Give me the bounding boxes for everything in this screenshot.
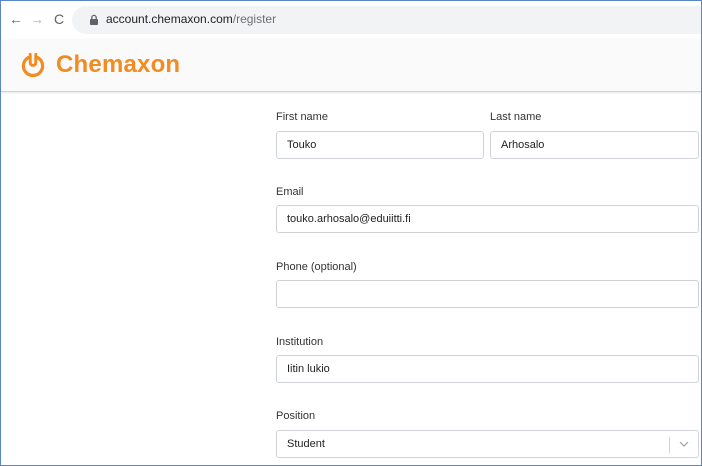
address-bar[interactable]: account.chemaxon.com/register: [72, 6, 701, 34]
browser-window: ← → C account.chemaxon.com/register Chem…: [0, 0, 702, 466]
forward-button[interactable]: →: [28, 10, 46, 28]
lock-icon: [90, 14, 98, 25]
last-name-label: Last name: [490, 111, 542, 123]
back-button[interactable]: ←: [7, 10, 25, 28]
arrow-left-icon: ←: [9, 11, 23, 27]
position-label: Position: [276, 410, 316, 422]
browser-toolbar: ← → C account.chemaxon.com/register: [1, 1, 701, 39]
email-input[interactable]: [276, 205, 699, 233]
position-select[interactable]: Student: [276, 430, 699, 458]
email-label: Email: [276, 186, 304, 198]
registration-form: First name Last name Email Phone (option…: [1, 91, 701, 465]
url-text: account.chemaxon.com/register: [106, 12, 276, 26]
phone-label: Phone (optional): [276, 261, 357, 273]
phone-input[interactable]: [276, 280, 699, 308]
reload-icon: C: [53, 11, 65, 27]
select-divider: [669, 437, 670, 453]
institution-input[interactable]: [276, 355, 699, 383]
url-host: account.chemaxon.com: [106, 12, 233, 26]
chemaxon-logo-icon: [21, 52, 45, 78]
institution-label: Institution: [276, 336, 324, 348]
first-name-input[interactable]: [276, 131, 484, 159]
first-name-label: First name: [276, 111, 328, 123]
position-select-value: Student: [287, 438, 325, 450]
chemaxon-logo[interactable]: Chemaxon: [20, 51, 180, 79]
last-name-input[interactable]: [490, 131, 699, 159]
chevron-down-icon[interactable]: [678, 439, 690, 449]
arrow-right-icon: →: [30, 11, 44, 27]
url-path: /register: [232, 12, 277, 26]
site-header: Chemaxon: [1, 39, 701, 92]
logo-text: Chemaxon: [56, 51, 181, 78]
reload-button[interactable]: C: [50, 10, 68, 28]
